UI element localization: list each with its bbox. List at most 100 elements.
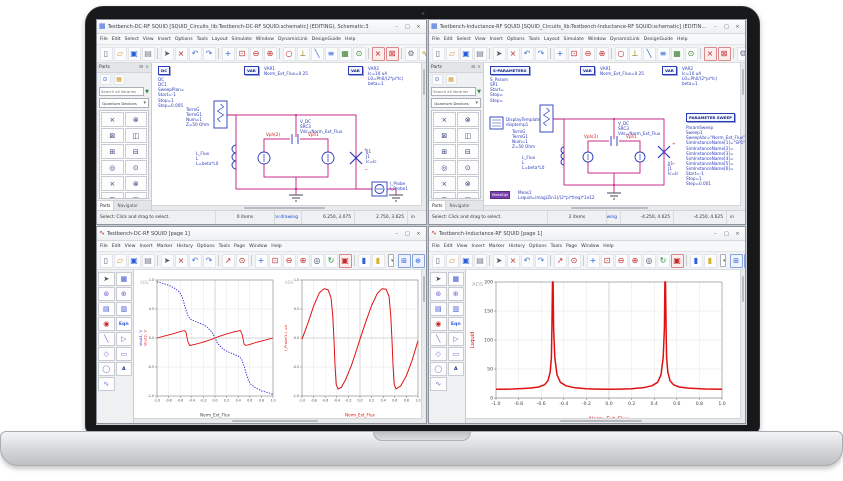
library-browser-icon[interactable]: ▦: [445, 74, 457, 85]
deactivate-component-icon[interactable]: ×: [703, 46, 717, 61]
vertical-scrollbar[interactable]: [421, 63, 426, 210]
quantum-part-icon[interactable]: ⊗: [456, 112, 479, 127]
simulate-icon[interactable]: ⚙: [404, 46, 418, 61]
node-name-icon[interactable]: ⊙: [684, 46, 698, 61]
zoom-out-icon[interactable]: ⊖: [282, 253, 296, 268]
titlebar[interactable]: ∿ Testbench-Inductance-RF SQUID [page 1]…: [429, 227, 745, 241]
maximize-button[interactable]: □: [721, 22, 732, 32]
print-icon[interactable]: ▤: [473, 253, 487, 268]
search-icon[interactable]: ◎: [310, 253, 324, 268]
ellipse-tool-icon[interactable]: ◯: [98, 362, 115, 376]
quantum-part-icon[interactable]: ⊗: [124, 176, 147, 191]
quantum-part-icon[interactable]: ◎: [101, 160, 124, 175]
dataset-icon[interactable]: ▮: [689, 253, 703, 268]
quantum-part-icon[interactable]: ⊞: [433, 144, 456, 159]
filter-funnel-icon[interactable]: ▼: [145, 89, 149, 95]
maximize-button[interactable]: □: [402, 229, 413, 239]
quantum-part-icon[interactable]: ⊠: [101, 192, 124, 198]
menu-view[interactable]: View: [143, 37, 154, 42]
menu-window[interactable]: Window: [256, 37, 274, 42]
equation-icon[interactable]: Eqn: [447, 317, 464, 331]
menu-options[interactable]: Options: [529, 244, 547, 249]
smith-chart-icon[interactable]: ⊕: [115, 287, 132, 301]
undo-icon[interactable]: ↶: [188, 46, 202, 61]
delete-icon[interactable]: ×: [506, 46, 520, 61]
pointer-tool-icon[interactable]: ➤: [98, 272, 115, 286]
schematic-canvas-dc-squid[interactable]: + − DC DC DC1 SweepPlan= Start=-1 Stop=1 …: [152, 63, 426, 210]
quantum-part-icon[interactable]: ⊞: [101, 144, 124, 159]
undo-icon[interactable]: ↶: [520, 253, 534, 268]
zoom-fit-icon[interactable]: ⊞: [729, 253, 743, 268]
recent-parts-icon[interactable]: ⊙: [99, 74, 111, 85]
open-folder-icon[interactable]: ▱: [113, 253, 127, 268]
filter-funnel-icon[interactable]: ▼: [477, 89, 481, 95]
text-tool-icon[interactable]: A: [115, 362, 132, 376]
wire-label-icon[interactable]: ≡: [656, 46, 670, 61]
zoom-area-icon[interactable]: ⊡: [567, 46, 581, 61]
menu-edit[interactable]: Edit: [444, 37, 453, 42]
menu-layout[interactable]: Layout: [544, 37, 560, 42]
menu-dynamiclink[interactable]: DynamicLink: [278, 37, 308, 42]
tuning-icon[interactable]: ∿: [418, 46, 426, 61]
menu-designguide[interactable]: DesignGuide: [644, 37, 673, 42]
panel-close-icon[interactable]: ×: [477, 65, 481, 70]
insert-port-icon[interactable]: ○: [282, 46, 296, 61]
marker-history-icon[interactable]: ⊙: [567, 253, 581, 268]
dataset-icon[interactable]: ▮: [357, 253, 371, 268]
simulate-icon[interactable]: ⚙: [736, 46, 745, 61]
menu-window[interactable]: Window: [588, 37, 606, 42]
menu-window[interactable]: Window: [581, 244, 599, 249]
quantum-part-icon[interactable]: ◫: [456, 192, 479, 198]
menu-file[interactable]: File: [100, 244, 108, 249]
menu-help[interactable]: Help: [345, 37, 355, 42]
minimize-button[interactable]: –: [391, 22, 402, 32]
horizontal-scrollbar[interactable]: [134, 418, 422, 423]
dataset-combo[interactable]: Testbench_Inductance_RF_SQUID ▾: [720, 254, 726, 267]
save-icon[interactable]: ▣: [459, 46, 473, 61]
data-display-canvas-inductance[interactable]: -1.0 -0.8 -0.6 -0.4 -0.2 0.0 0.2 0.4 0.6 0.8 1.0 0 5…: [466, 270, 745, 423]
menu-designguide[interactable]: DesignGuide: [312, 37, 341, 42]
zoom-in-icon[interactable]: ⊕: [296, 253, 310, 268]
menu-options[interactable]: Options: [197, 244, 215, 249]
quantum-part-icon[interactable]: ◫: [124, 192, 147, 198]
tab-parts[interactable]: Parts: [97, 201, 115, 210]
menu-help[interactable]: Help: [271, 244, 281, 249]
save-icon[interactable]: ▣: [459, 253, 473, 268]
move-icon[interactable]: +: [221, 46, 235, 61]
menu-options[interactable]: Options: [175, 37, 193, 42]
insert-ground-icon[interactable]: ⊥: [296, 46, 310, 61]
recent-parts-icon[interactable]: ⊙: [431, 74, 443, 85]
zoom-out-icon[interactable]: ⊖: [581, 46, 595, 61]
zoom-in-view-icon[interactable]: ⊕: [743, 253, 745, 268]
menu-insert[interactable]: Insert: [158, 37, 171, 42]
antenna-plot-icon[interactable]: ◉: [98, 317, 115, 331]
insert-marker-icon[interactable]: ↗: [553, 253, 567, 268]
move-icon[interactable]: +: [586, 253, 600, 268]
zoom-area-icon[interactable]: ⊡: [235, 46, 249, 61]
menu-help[interactable]: Help: [677, 37, 687, 42]
quantum-part-icon[interactable]: ⊙: [124, 160, 147, 175]
maximize-button[interactable]: □: [402, 22, 413, 32]
node-name-icon[interactable]: ⊙: [352, 46, 366, 61]
insert-wire-icon[interactable]: ╲: [310, 46, 324, 61]
polar-plot-icon[interactable]: ⊛: [98, 287, 115, 301]
new-file-icon[interactable]: ▯: [431, 253, 445, 268]
open-folder-icon[interactable]: ▱: [445, 46, 459, 61]
quantum-part-icon[interactable]: ⊠: [433, 192, 456, 198]
menu-tools[interactable]: Tools: [529, 37, 540, 42]
polar-plot-icon[interactable]: ⊛: [430, 287, 447, 301]
menu-select[interactable]: Select: [457, 37, 471, 42]
plot-symbol-icon[interactable]: ∿: [430, 377, 447, 391]
redo-icon[interactable]: ↷: [534, 253, 548, 268]
menu-file[interactable]: File: [100, 37, 108, 42]
minimize-button[interactable]: –: [391, 229, 402, 239]
quantum-part-icon[interactable]: ⊠: [101, 128, 124, 143]
stop-icon[interactable]: ▣: [338, 253, 352, 268]
menu-page[interactable]: Page: [566, 244, 577, 249]
close-button[interactable]: ×: [732, 229, 743, 239]
zoom-area-icon[interactable]: ⊡: [600, 253, 614, 268]
insert-vtest-icon[interactable]: ▦: [670, 46, 684, 61]
maximize-button[interactable]: □: [721, 229, 732, 239]
line-tool-icon[interactable]: ╲: [98, 332, 115, 346]
polygon-tool-icon[interactable]: ◇: [430, 347, 447, 361]
